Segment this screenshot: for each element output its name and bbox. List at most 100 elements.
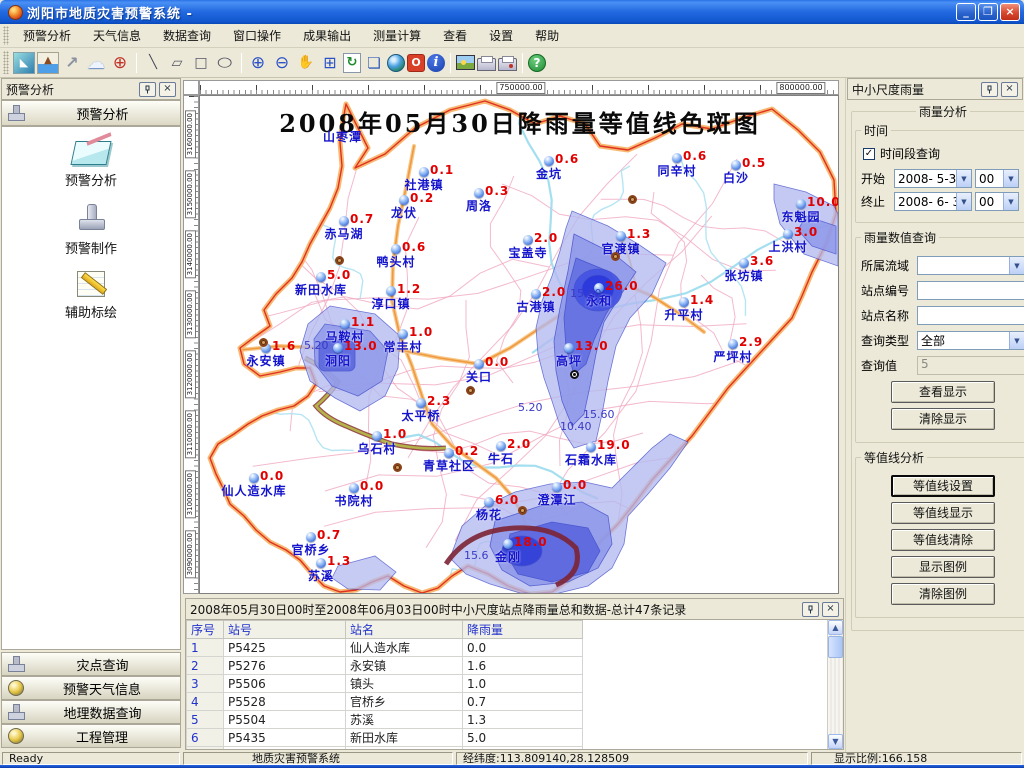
vruler-label: 3110000.00 <box>185 410 196 458</box>
contour-button-0[interactable]: 等值线设置 <box>891 475 995 497</box>
table-row[interactable]: 7P5310洞阳13.0 <box>187 747 583 751</box>
station-name: 周洛 <box>466 197 492 214</box>
print-preview-icon[interactable] <box>498 58 517 71</box>
pin-icon[interactable] <box>981 82 998 97</box>
table-header-0[interactable]: 序号 <box>187 621 224 639</box>
chevron-down-icon[interactable]: ▼ <box>956 193 971 210</box>
sidebar-bar-2[interactable]: 地理数据查询 <box>1 700 181 724</box>
contour-button-1[interactable]: 等值线显示 <box>891 502 995 524</box>
target-icon[interactable] <box>109 52 131 74</box>
zoom-in-icon[interactable] <box>247 52 269 74</box>
contour-value-label: 10.40 <box>560 420 592 433</box>
flood-icon[interactable] <box>37 52 59 74</box>
table-header-2[interactable]: 站名 <box>346 621 463 639</box>
nav-item-2[interactable]: 辅助标绘 <box>2 271 180 321</box>
image-icon[interactable] <box>456 55 475 70</box>
start-date-combo[interactable]: 2008- 5-30▼ <box>894 169 972 188</box>
station-rainfall-value: 0.2 <box>410 191 434 205</box>
menu-item-8[interactable]: 帮助 <box>524 24 570 47</box>
scroll-thumb[interactable] <box>828 636 843 658</box>
minimize-button[interactable]: _ <box>956 3 976 21</box>
nav-item-0[interactable]: 预警分析 <box>2 141 180 189</box>
info-icon[interactable] <box>427 54 445 72</box>
menu-item-5[interactable]: 测量计算 <box>362 24 432 47</box>
station-rainfall-value: 18.0 <box>514 535 548 549</box>
clear-display-button[interactable]: 清除显示 <box>891 408 995 430</box>
table-row[interactable]: 6P5435新田水库5.0 <box>187 729 583 747</box>
station-name-input[interactable] <box>917 306 1024 325</box>
ruler-corner <box>183 80 199 95</box>
pin-icon[interactable] <box>802 602 819 617</box>
zoom-out-icon[interactable] <box>271 52 293 74</box>
table-row[interactable]: 5P5504苏溪1.3 <box>187 711 583 729</box>
station-code-input[interactable] <box>917 281 1024 300</box>
menu-item-3[interactable]: 窗口操作 <box>222 24 292 47</box>
table-scrollbar[interactable]: ▲ ▼ <box>827 620 843 749</box>
table-row[interactable]: 3P5506镇头1.0 <box>187 675 583 693</box>
toolbar-grip[interactable] <box>3 51 9 74</box>
refresh-icon[interactable] <box>343 53 361 73</box>
help-icon[interactable] <box>528 54 546 72</box>
menu-item-1[interactable]: 天气信息 <box>82 24 152 47</box>
menu-item-7[interactable]: 设置 <box>478 24 524 47</box>
end-date-combo[interactable]: 2008- 6- 3▼ <box>894 192 972 211</box>
table-row[interactable]: 4P5528官桥乡0.7 <box>187 693 583 711</box>
basin-combo[interactable]: ▼ <box>917 256 1024 275</box>
data-panel-title: 2008年05月30日00时至2008年06月03日00时中小尺度站点降雨量总和… <box>190 601 686 618</box>
close-icon[interactable]: × <box>1001 82 1018 97</box>
contour-button-4[interactable]: 清除图例 <box>891 583 995 605</box>
pan-icon[interactable] <box>295 52 317 74</box>
layers-icon[interactable] <box>363 52 385 74</box>
globe-icon[interactable] <box>387 54 405 72</box>
ellipse-icon[interactable] <box>214 52 236 74</box>
chevron-down-icon[interactable]: ▼ <box>1003 193 1018 210</box>
contour-button-2[interactable]: 等值线清除 <box>891 529 995 551</box>
scroll-up-icon[interactable]: ▲ <box>828 620 843 635</box>
table-header-3[interactable]: 降雨量 <box>463 621 583 639</box>
nav-item-1[interactable]: 预警制作 <box>2 203 180 257</box>
station-name: 白沙 <box>723 169 749 186</box>
sidebar-bar-0[interactable]: 灾点查询 <box>1 652 181 676</box>
close-icon[interactable]: × <box>159 82 176 97</box>
table-header-1[interactable]: 站号 <box>224 621 346 639</box>
pin-icon[interactable] <box>139 82 156 97</box>
menu-item-0[interactable]: 预警分析 <box>12 24 82 47</box>
query-type-combo[interactable]: 全部▼ <box>917 331 1024 350</box>
show-display-button[interactable]: 查看显示 <box>891 381 995 403</box>
scroll-down-icon[interactable]: ▼ <box>828 734 843 749</box>
time-range-checkbox[interactable]: ✓ <box>863 148 875 160</box>
menu-grip[interactable] <box>3 26 9 44</box>
station-name: 金坑 <box>536 165 562 182</box>
sidebar-bar-3[interactable]: 工程管理 <box>1 724 181 748</box>
print-icon[interactable] <box>477 58 496 71</box>
restore-button[interactable]: ❐ <box>978 3 998 21</box>
close-button[interactable]: × <box>1000 3 1020 21</box>
station-name: 升平村 <box>664 306 703 323</box>
end-hour-combo[interactable]: 00▼ <box>975 192 1019 211</box>
table-row[interactable]: 2P5276永安镇1.6 <box>187 657 583 675</box>
sidebar-bar-1[interactable]: 预警天气信息 <box>1 676 181 700</box>
rainfall-query-panel: 中小尺度雨量 × 雨量分析 时间 ✓ 时间段查询 开始 <box>845 78 1024 752</box>
polygon-icon[interactable] <box>166 52 188 74</box>
radar-icon[interactable] <box>13 52 35 74</box>
menu-item-4[interactable]: 成果输出 <box>292 24 362 47</box>
chevron-down-icon[interactable]: ▼ <box>1009 257 1024 274</box>
menu-item-6[interactable]: 查看 <box>432 24 478 47</box>
hammer-icon[interactable] <box>61 52 83 74</box>
stop-icon[interactable] <box>407 54 425 72</box>
start-hour-combo[interactable]: 00▼ <box>975 169 1019 188</box>
menu-item-2[interactable]: 数据查询 <box>152 24 222 47</box>
line-icon[interactable] <box>142 52 164 74</box>
station-rainfall-value: 1.0 <box>409 325 433 339</box>
hruler-label: 750000.00 <box>496 82 545 94</box>
chevron-down-icon[interactable]: ▼ <box>1003 170 1018 187</box>
cloud-icon[interactable] <box>85 52 107 74</box>
map-canvas[interactable]: 2008年05月30日降雨量等值线色斑图 0.1社港镇0.3周洛0.2龙伏0.7… <box>199 95 839 594</box>
contour-button-3[interactable]: 显示图例 <box>891 556 995 578</box>
table-row[interactable]: 1P5425仙人造水库0.0 <box>187 639 583 657</box>
chevron-down-icon[interactable]: ▼ <box>956 170 971 187</box>
zoom-window-icon[interactable] <box>319 52 341 74</box>
chevron-down-icon[interactable]: ▼ <box>1009 332 1024 349</box>
rect-icon[interactable] <box>190 52 212 74</box>
close-ic on[interactable]: × <box>822 602 839 617</box>
